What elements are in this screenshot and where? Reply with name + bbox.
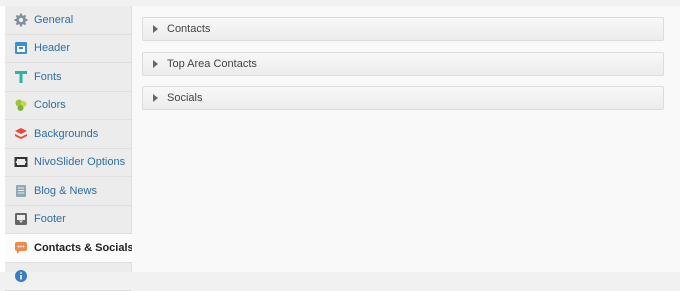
options-panel: General Header Fonts Colors Backgrounds xyxy=(0,6,680,272)
section-title: Contacts xyxy=(167,23,210,35)
expand-arrow-icon xyxy=(153,60,158,68)
sidebar-item-header[interactable]: Header xyxy=(5,35,131,64)
sidebar-item-general[interactable]: General xyxy=(5,6,131,35)
font-icon xyxy=(14,70,28,84)
document-icon xyxy=(14,184,28,198)
sidebar-item-label: Blog & News xyxy=(34,185,97,197)
info-icon xyxy=(14,269,28,283)
sidebar-item-fonts[interactable]: Fonts xyxy=(5,63,131,92)
section-title: Socials xyxy=(167,92,202,104)
section-title: Top Area Contacts xyxy=(167,58,257,70)
chat-icon xyxy=(14,241,28,255)
sidebar-item-label: Colors xyxy=(34,99,66,111)
main-content: Contacts Top Area Contacts Socials xyxy=(132,6,680,272)
layers-icon xyxy=(14,127,28,141)
sidebar-item-colors[interactable]: Colors xyxy=(5,92,131,121)
section-top-area-contacts[interactable]: Top Area Contacts xyxy=(142,52,664,76)
sidebar-item-nivoslider-options[interactable]: NivoSlider Options xyxy=(5,149,131,178)
sidebar-item-label: Contacts & Socials xyxy=(34,242,134,254)
section-socials[interactable]: Socials xyxy=(142,86,664,110)
sidebar-item-blog-news[interactable]: Blog & News xyxy=(5,177,131,206)
sidebar-item-label: NivoSlider Options xyxy=(34,156,125,168)
sidebar-item-contacts-socials[interactable]: Contacts & Socials xyxy=(5,234,132,263)
expand-arrow-icon xyxy=(153,25,158,33)
sidebar-item-label: Backgrounds xyxy=(34,128,98,140)
sidebar-item-footer[interactable]: Footer xyxy=(5,206,131,235)
header-icon xyxy=(14,41,28,55)
sidebar-item-label: Fonts xyxy=(34,71,62,83)
palette-icon xyxy=(14,98,28,112)
footer-icon xyxy=(14,212,28,226)
sidebar-item-label: Footer xyxy=(34,213,66,225)
gear-icon xyxy=(14,13,28,27)
sidebar-item-info[interactable] xyxy=(5,263,131,291)
sidebar-item-backgrounds[interactable]: Backgrounds xyxy=(5,120,131,149)
sidebar-item-label: General xyxy=(34,14,73,26)
sidebar: General Header Fonts Colors Backgrounds xyxy=(5,6,132,272)
sidebar-item-label: Header xyxy=(34,42,70,54)
section-contacts[interactable]: Contacts xyxy=(142,17,664,41)
slider-icon xyxy=(14,155,28,169)
expand-arrow-icon xyxy=(153,94,158,102)
